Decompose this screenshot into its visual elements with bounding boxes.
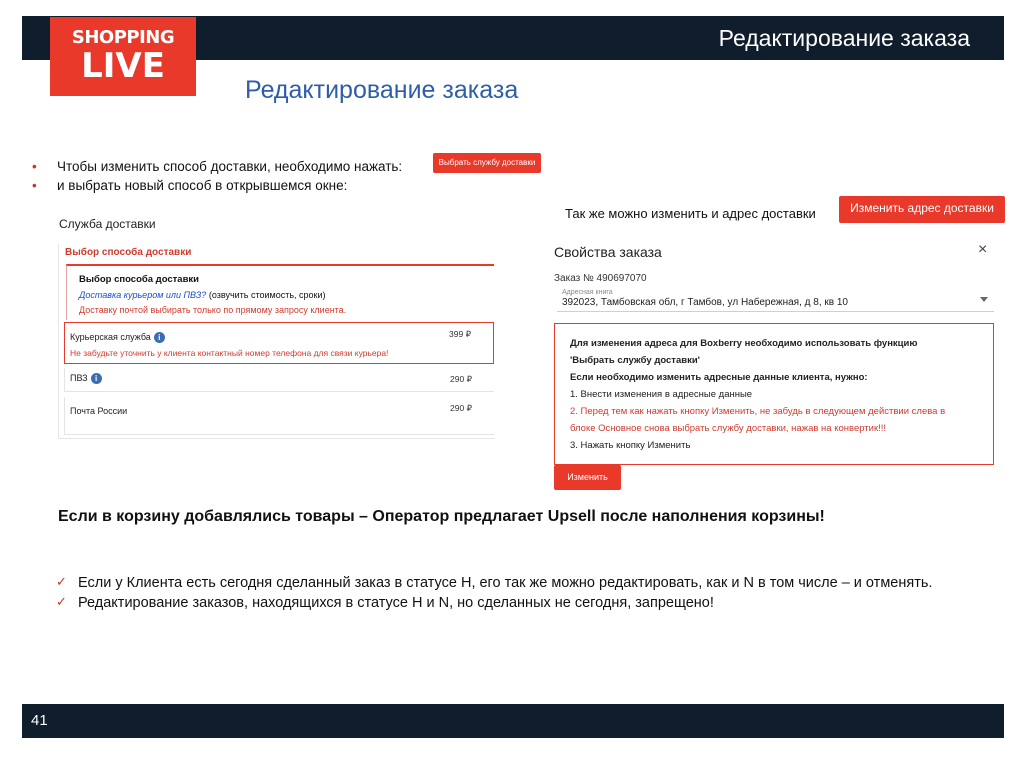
choose-delivery-button[interactable]: Выбрать службу доставки <box>433 153 541 173</box>
instruction-line: 3. Нажать кнопку Изменить <box>570 440 691 451</box>
post-warning: Доставку почтой выбирать только по прямо… <box>79 305 347 315</box>
notes-list: Если у Клиента есть сегодня сделанный за… <box>56 573 932 613</box>
option-name: Почта России <box>70 406 128 416</box>
order-number: Заказ № 490697070 <box>554 273 647 284</box>
instruction-line: Если необходимо изменить адресные данные… <box>570 372 868 383</box>
delivery-option-pvz[interactable]: ПВЗ i 290 ₽ <box>64 368 494 392</box>
logo-line2: LIVE <box>81 46 165 86</box>
instruction-line: блоке Основное снова выбрать службу дост… <box>570 423 887 434</box>
footer-bar: 41 <box>22 704 1004 738</box>
change-button[interactable]: Изменить <box>554 465 621 490</box>
option-name: Курьерская служба i <box>70 332 165 344</box>
address-field-value: 392023, Тамбовская обл, г Тамбов, ул Наб… <box>562 297 848 308</box>
delivery-option-courier[interactable]: Курьерская служба i 399 ₽ Не забудьте уто… <box>64 322 494 364</box>
note-item: Если у Клиента есть сегодня сделанный за… <box>56 573 932 593</box>
delivery-link[interactable]: Доставка курьером или ПВЗ? <box>79 290 206 300</box>
delivery-panel-label: Служба доставки <box>59 217 156 231</box>
option-price: 290 ₽ <box>450 374 472 384</box>
info-icon[interactable]: i <box>153 332 165 344</box>
address-select[interactable]: Адресная книга 392023, Тамбовская обл, г… <box>557 289 994 312</box>
order-panel-title: Свойства заказа <box>554 244 662 260</box>
instruction-item: Чтобы изменить способ доставки, необходи… <box>32 157 402 176</box>
delivery-link-row: Доставка курьером или ПВЗ? (озвучить сто… <box>79 290 326 300</box>
address-instructions-box: Для изменения адреса для Boxberry необхо… <box>554 323 994 465</box>
chevron-down-icon[interactable] <box>980 297 988 302</box>
change-address-button[interactable]: Изменить адрес доставки <box>839 196 1005 223</box>
instruction-line: 1. Внести изменения в адресные данные <box>570 389 753 400</box>
option-price: 290 ₽ <box>450 403 472 413</box>
courier-note: Не забудьте уточнить у клиента контактны… <box>70 348 389 358</box>
delivery-link-suffix: (озвучить стоимость, сроки) <box>206 290 326 300</box>
option-name: ПВЗ i <box>70 373 102 385</box>
option-price: 399 ₽ <box>449 329 471 339</box>
instructions-list: Чтобы изменить способ доставки, необходи… <box>32 157 402 195</box>
instruction-line: 'Выбрать службу доставки' <box>570 355 700 366</box>
delivery-method-box: Выбор способа доставки Доставка курьером… <box>66 264 494 320</box>
delivery-method-heading: Выбор способа доставки <box>79 274 200 285</box>
address-field-label: Адресная книга <box>562 289 613 296</box>
instruction-line: Для изменения адреса для Boxberry необхо… <box>570 338 918 349</box>
close-icon[interactable]: × <box>978 241 987 259</box>
note-item: Редактирование заказов, находящихся в ст… <box>56 593 932 613</box>
page-number: 41 <box>31 712 48 729</box>
delivery-option-post[interactable]: Почта России 290 ₽ <box>64 397 494 435</box>
delivery-method-tab[interactable]: Выбор способа доставки <box>62 247 195 258</box>
logo: SHOPPING LIVE <box>50 17 196 96</box>
upsell-text: Если в корзину добавлялись товары – Опер… <box>58 508 825 525</box>
address-note: Так же можно изменить и адрес доставки <box>565 206 816 221</box>
logo-line1: SHOPPING <box>71 27 175 48</box>
instruction-item: и выбрать новый способ в открывшемся окн… <box>32 176 402 195</box>
info-icon[interactable]: i <box>90 373 102 385</box>
instruction-line: 2. Перед тем как нажать кнопку Изменить,… <box>570 406 946 417</box>
slide-title: Редактирование заказа <box>245 76 519 104</box>
header-title: Редактирование заказа <box>718 25 970 51</box>
